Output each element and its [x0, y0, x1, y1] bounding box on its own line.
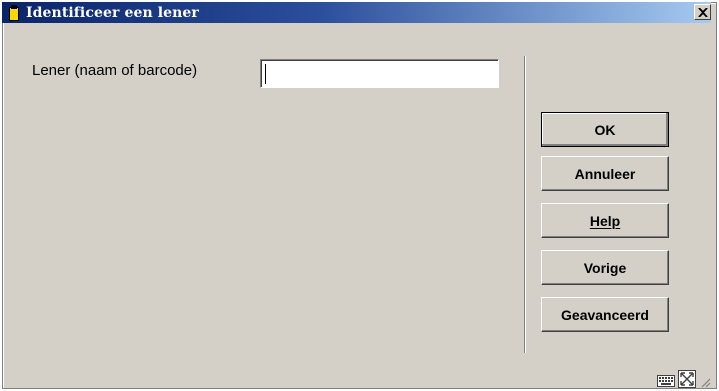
- help-button-label: Help: [589, 212, 621, 229]
- previous-button[interactable]: Vorige: [541, 250, 669, 285]
- status-bar-icons: [657, 370, 711, 388]
- resize-grip-icon[interactable]: [699, 376, 711, 388]
- borrower-input[interactable]: [260, 59, 499, 88]
- help-button[interactable]: Help: [541, 203, 669, 238]
- advanced-button-label: Geavanceerd: [561, 306, 649, 323]
- window-title: Identificeer een lener: [26, 4, 199, 21]
- previous-button-label: Vorige: [583, 259, 627, 276]
- ok-button-label: OK: [594, 121, 616, 138]
- cancel-button-label: Annuleer: [574, 165, 636, 182]
- document-icon: [8, 4, 20, 21]
- keyboard-icon[interactable]: [657, 374, 675, 388]
- advanced-button[interactable]: Geavanceerd: [541, 297, 669, 332]
- expand-icon[interactable]: [678, 370, 696, 388]
- title-bar[interactable]: Identificeer een lener: [2, 2, 711, 23]
- close-button[interactable]: [694, 4, 711, 20]
- vertical-divider: [524, 56, 526, 353]
- borrower-label: Lener (naam of barcode): [32, 62, 198, 79]
- text-cursor: [265, 64, 266, 84]
- close-icon: [697, 7, 708, 17]
- cancel-button[interactable]: Annuleer: [541, 156, 669, 191]
- ok-button[interactable]: OK: [541, 112, 669, 147]
